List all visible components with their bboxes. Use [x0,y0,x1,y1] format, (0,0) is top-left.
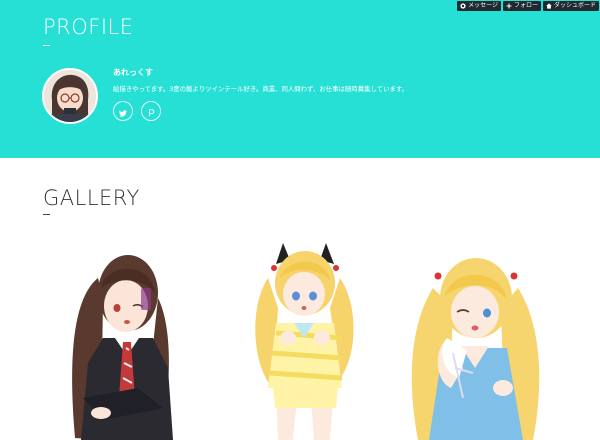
twitter-link[interactable] [113,101,133,121]
profile-title-rule [43,45,50,46]
top-action-bar: メッセージ フォロー ダッシュボード [457,1,599,11]
dashboard-button[interactable]: ダッシュボード [542,1,599,11]
message-button[interactable]: メッセージ [457,1,501,11]
gallery-title-rule [43,214,50,215]
artwork-image [43,238,208,440]
gallery-item[interactable] [393,238,558,440]
profile-name: あれっくす [113,68,153,77]
artwork-image [393,238,558,440]
profile-title: PROFILE [43,15,134,39]
artwork-image [218,238,383,440]
follow-button[interactable]: フォロー [502,1,541,11]
message-button-label: メッセージ [468,2,498,9]
gallery-title: GALLERY [43,186,140,210]
home-icon [546,3,552,9]
message-icon [460,3,466,9]
gallery-item[interactable] [218,238,383,440]
profile-bio: 絵描きやってます。3度の飯よりツインテール好き。商業、同人問わず、お仕事は随時募… [113,85,409,93]
avatar [42,68,98,124]
gallery-item[interactable] [43,238,208,440]
profile-section: PROFILE あれっくす 絵描きやってます。3度の飯よりツインテール好き。商業… [0,0,600,158]
pixiv-link[interactable] [141,101,161,121]
plus-icon [506,3,512,9]
dashboard-button-label: ダッシュボード [553,2,596,9]
pixiv-icon [148,102,155,121]
twitter-icon [119,102,127,121]
follow-button-label: フォロー [513,2,538,9]
